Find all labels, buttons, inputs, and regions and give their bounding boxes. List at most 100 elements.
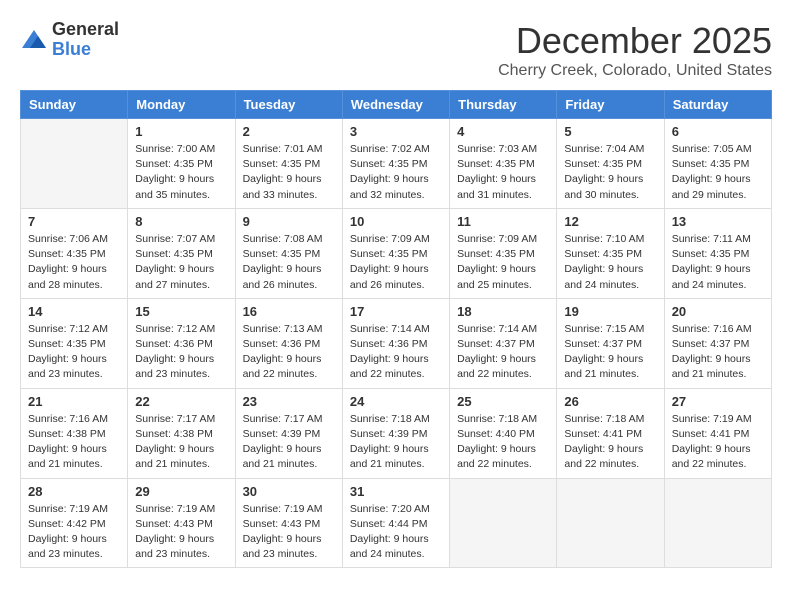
- calendar-cell: 22 Sunrise: 7:17 AMSunset: 4:38 PMDayligh…: [128, 388, 235, 478]
- day-number: 1: [135, 124, 227, 139]
- calendar-cell: 9 Sunrise: 7:08 AMSunset: 4:35 PMDaylight…: [235, 208, 342, 298]
- day-number: 2: [243, 124, 335, 139]
- day-info: Sunrise: 7:17 AMSunset: 4:39 PMDaylight:…: [243, 412, 335, 473]
- calendar-cell: 29 Sunrise: 7:19 AMSunset: 4:43 PMDayligh…: [128, 478, 235, 568]
- day-number: 15: [135, 304, 227, 319]
- calendar-cell: 7Sunrise: 7:06 AMSunset: 4:35 PMDaylight…: [21, 208, 128, 298]
- day-info: Sunrise: 7:18 AMSunset: 4:39 PMDaylight:…: [350, 412, 442, 473]
- page-header: General Blue December 2025 Cherry Creek,…: [20, 20, 772, 80]
- day-number: 10: [350, 214, 442, 229]
- day-info: Sunrise: 7:19 AMSunset: 4:42 PMDaylight:…: [28, 502, 120, 563]
- day-info: Sunrise: 7:00 AMSunset: 4:35 PMDaylight:…: [135, 142, 227, 203]
- calendar-table: SundayMondayTuesdayWednesdayThursdayFrid…: [20, 90, 772, 568]
- day-number: 17: [350, 304, 442, 319]
- calendar-cell: 21Sunrise: 7:16 AMSunset: 4:38 PMDayligh…: [21, 388, 128, 478]
- calendar-cell: 28 Sunrise: 7:19 AMSunset: 4:42 PMDayligh…: [21, 478, 128, 568]
- day-number: 14: [28, 304, 120, 319]
- logo-general-text: General: [52, 20, 119, 40]
- day-number: 9: [243, 214, 335, 229]
- calendar-week-1: 1 Sunrise: 7:00 AMSunset: 4:35 PMDaylight…: [21, 119, 772, 209]
- day-info: Sunrise: 7:18 AMSunset: 4:41 PMDaylight:…: [564, 412, 656, 473]
- day-info: Sunrise: 7:12 AMSunset: 4:35 PMDaylight:…: [28, 322, 120, 383]
- day-info: Sunrise: 7:08 AMSunset: 4:35 PMDaylight:…: [243, 232, 335, 293]
- day-info: Sunrise: 7:09 AMSunset: 4:35 PMDaylight:…: [350, 232, 442, 293]
- month-title: December 2025: [498, 20, 772, 62]
- day-number: 28: [28, 484, 120, 499]
- calendar-cell: 26 Sunrise: 7:18 AMSunset: 4:41 PMDayligh…: [557, 388, 664, 478]
- calendar-cell: [21, 119, 128, 209]
- calendar-cell: 19 Sunrise: 7:15 AMSunset: 4:37 PMDayligh…: [557, 298, 664, 388]
- day-number: 26: [564, 394, 656, 409]
- day-number: 22: [135, 394, 227, 409]
- calendar-cell: 16Sunrise: 7:13 AMSunset: 4:36 PMDayligh…: [235, 298, 342, 388]
- day-info: Sunrise: 7:14 AMSunset: 4:36 PMDaylight:…: [350, 322, 442, 383]
- calendar-cell: 2 Sunrise: 7:01 AMSunset: 4:35 PMDaylight…: [235, 119, 342, 209]
- calendar-cell: [450, 478, 557, 568]
- day-info: Sunrise: 7:02 AMSunset: 4:35 PMDaylight:…: [350, 142, 442, 203]
- calendar-week-4: 21Sunrise: 7:16 AMSunset: 4:38 PMDayligh…: [21, 388, 772, 478]
- calendar-week-3: 14 Sunrise: 7:12 AMSunset: 4:35 PMDayligh…: [21, 298, 772, 388]
- day-info: Sunrise: 7:15 AMSunset: 4:37 PMDaylight:…: [564, 322, 656, 383]
- calendar-cell: 31 Sunrise: 7:20 AMSunset: 4:44 PMDayligh…: [342, 478, 449, 568]
- calendar-header-tuesday: Tuesday: [235, 91, 342, 119]
- day-number: 11: [457, 214, 549, 229]
- calendar-cell: 20Sunrise: 7:16 AMSunset: 4:37 PMDayligh…: [664, 298, 771, 388]
- calendar-header-monday: Monday: [128, 91, 235, 119]
- day-number: 21: [28, 394, 120, 409]
- calendar-cell: 8 Sunrise: 7:07 AMSunset: 4:35 PMDaylight…: [128, 208, 235, 298]
- day-info: Sunrise: 7:20 AMSunset: 4:44 PMDaylight:…: [350, 502, 442, 563]
- day-number: 3: [350, 124, 442, 139]
- calendar-cell: 15 Sunrise: 7:12 AMSunset: 4:36 PMDayligh…: [128, 298, 235, 388]
- day-info: Sunrise: 7:14 AMSunset: 4:37 PMDaylight:…: [457, 322, 549, 383]
- day-info: Sunrise: 7:10 AMSunset: 4:35 PMDaylight:…: [564, 232, 656, 293]
- logo: General Blue: [20, 20, 119, 60]
- day-number: 23: [243, 394, 335, 409]
- calendar-cell: 10 Sunrise: 7:09 AMSunset: 4:35 PMDayligh…: [342, 208, 449, 298]
- calendar-cell: 13Sunrise: 7:11 AMSunset: 4:35 PMDayligh…: [664, 208, 771, 298]
- calendar-cell: 24 Sunrise: 7:18 AMSunset: 4:39 PMDayligh…: [342, 388, 449, 478]
- calendar-cell: 6 Sunrise: 7:05 AMSunset: 4:35 PMDaylight…: [664, 119, 771, 209]
- day-number: 8: [135, 214, 227, 229]
- calendar-cell: 5 Sunrise: 7:04 AMSunset: 4:35 PMDaylight…: [557, 119, 664, 209]
- day-info: Sunrise: 7:19 AMSunset: 4:41 PMDaylight:…: [672, 412, 764, 473]
- calendar-cell: 23 Sunrise: 7:17 AMSunset: 4:39 PMDayligh…: [235, 388, 342, 478]
- day-number: 6: [672, 124, 764, 139]
- day-number: 24: [350, 394, 442, 409]
- day-number: 29: [135, 484, 227, 499]
- day-info: Sunrise: 7:03 AMSunset: 4:35 PMDaylight:…: [457, 142, 549, 203]
- calendar-cell: [664, 478, 771, 568]
- calendar-cell: 1 Sunrise: 7:00 AMSunset: 4:35 PMDaylight…: [128, 119, 235, 209]
- calendar-header-thursday: Thursday: [450, 91, 557, 119]
- logo-text: General Blue: [52, 20, 119, 60]
- day-number: 25: [457, 394, 549, 409]
- day-info: Sunrise: 7:01 AMSunset: 4:35 PMDaylight:…: [243, 142, 335, 203]
- calendar-week-5: 28 Sunrise: 7:19 AMSunset: 4:42 PMDayligh…: [21, 478, 772, 568]
- calendar-cell: 18 Sunrise: 7:14 AMSunset: 4:37 PMDayligh…: [450, 298, 557, 388]
- day-info: Sunrise: 7:16 AMSunset: 4:37 PMDaylight:…: [672, 322, 764, 383]
- day-number: 19: [564, 304, 656, 319]
- day-number: 27: [672, 394, 764, 409]
- logo-icon: [20, 28, 48, 52]
- day-info: Sunrise: 7:13 AMSunset: 4:36 PMDaylight:…: [243, 322, 335, 383]
- calendar-cell: [557, 478, 664, 568]
- day-info: Sunrise: 7:09 AMSunset: 4:35 PMDaylight:…: [457, 232, 549, 293]
- day-number: 5: [564, 124, 656, 139]
- calendar-header-friday: Friday: [557, 91, 664, 119]
- calendar-cell: 3 Sunrise: 7:02 AMSunset: 4:35 PMDaylight…: [342, 119, 449, 209]
- day-info: Sunrise: 7:18 AMSunset: 4:40 PMDaylight:…: [457, 412, 549, 473]
- day-info: Sunrise: 7:19 AMSunset: 4:43 PMDaylight:…: [135, 502, 227, 563]
- day-info: Sunrise: 7:05 AMSunset: 4:35 PMDaylight:…: [672, 142, 764, 203]
- day-info: Sunrise: 7:07 AMSunset: 4:35 PMDaylight:…: [135, 232, 227, 293]
- day-number: 18: [457, 304, 549, 319]
- calendar-cell: 14 Sunrise: 7:12 AMSunset: 4:35 PMDayligh…: [21, 298, 128, 388]
- day-info: Sunrise: 7:17 AMSunset: 4:38 PMDaylight:…: [135, 412, 227, 473]
- day-info: Sunrise: 7:04 AMSunset: 4:35 PMDaylight:…: [564, 142, 656, 203]
- location-title: Cherry Creek, Colorado, United States: [498, 62, 772, 80]
- day-info: Sunrise: 7:12 AMSunset: 4:36 PMDaylight:…: [135, 322, 227, 383]
- day-info: Sunrise: 7:06 AMSunset: 4:35 PMDaylight:…: [28, 232, 120, 293]
- calendar-cell: 27 Sunrise: 7:19 AMSunset: 4:41 PMDayligh…: [664, 388, 771, 478]
- calendar-cell: 11 Sunrise: 7:09 AMSunset: 4:35 PMDayligh…: [450, 208, 557, 298]
- day-number: 31: [350, 484, 442, 499]
- calendar-cell: 4Sunrise: 7:03 AMSunset: 4:35 PMDaylight…: [450, 119, 557, 209]
- title-area: December 2025 Cherry Creek, Colorado, Un…: [498, 20, 772, 80]
